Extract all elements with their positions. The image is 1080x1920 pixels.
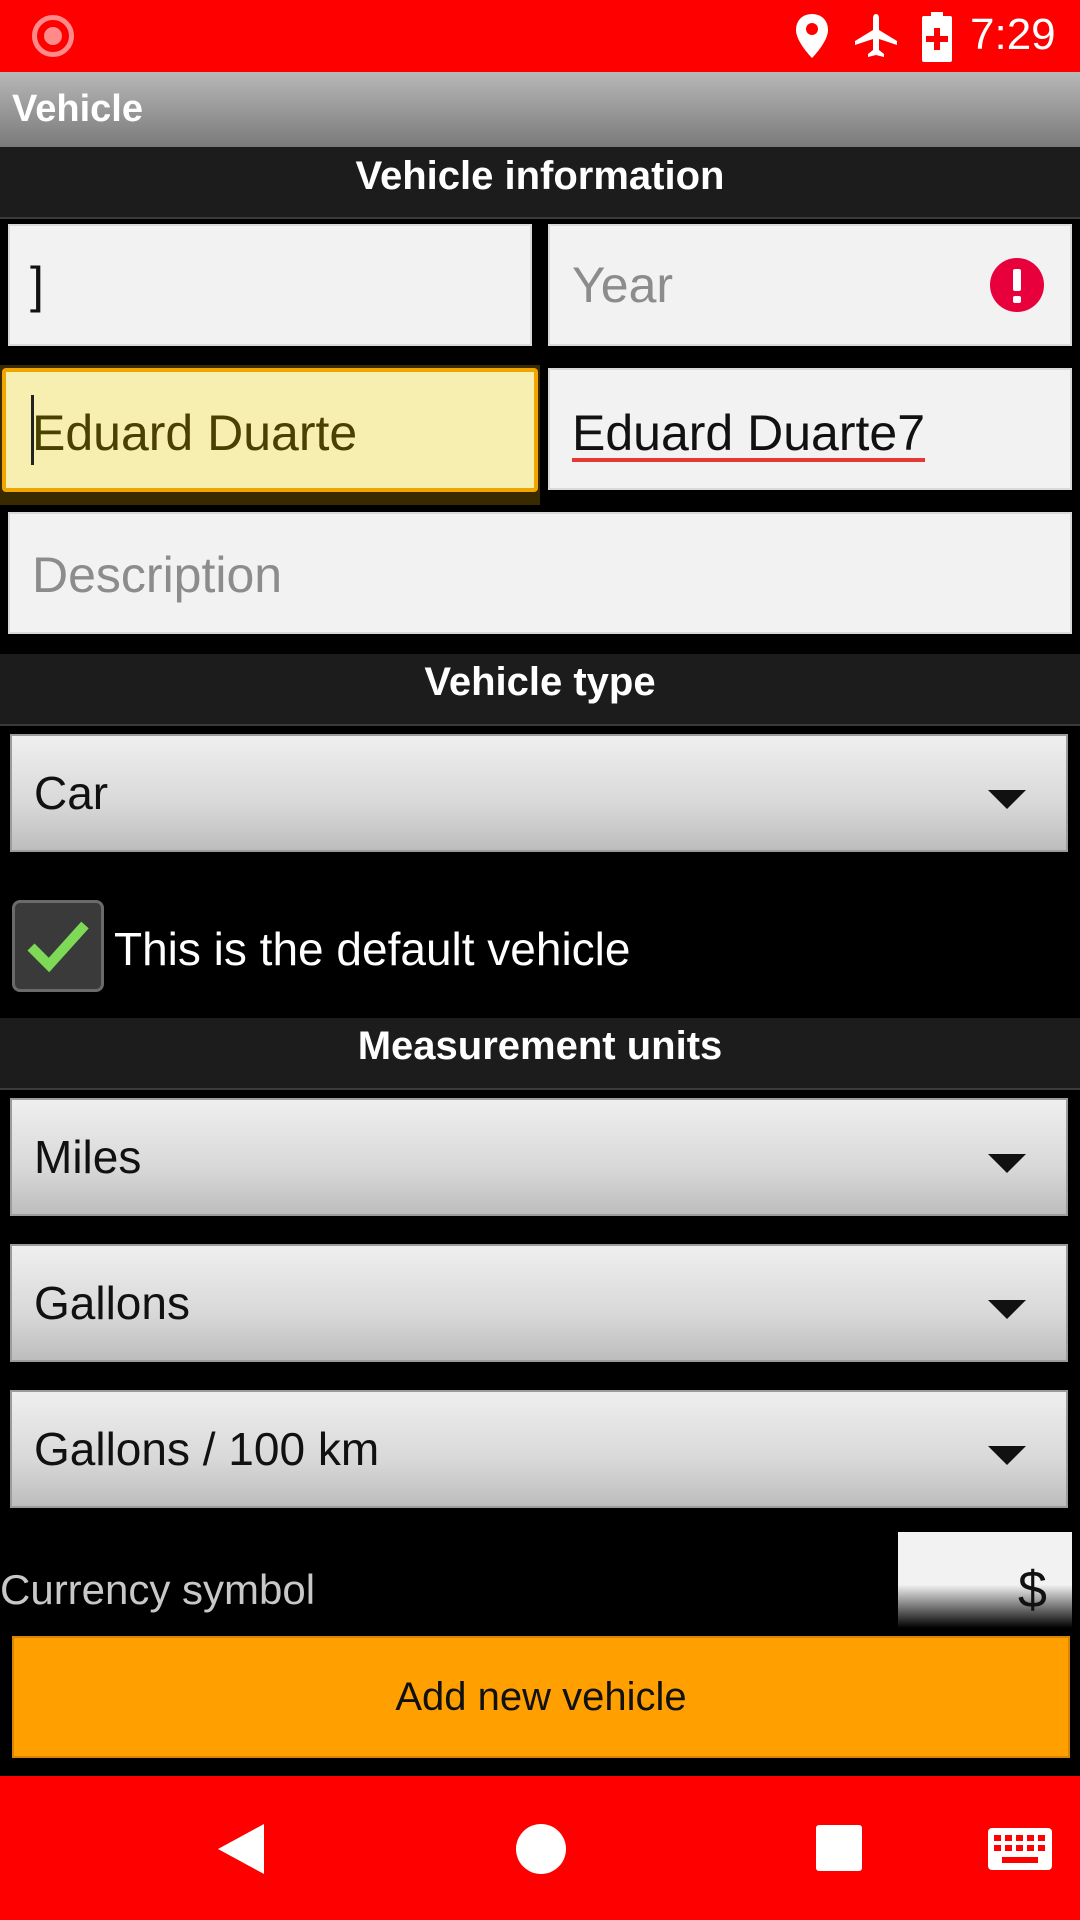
location-icon	[796, 14, 828, 58]
vehicle-type-value: Car	[34, 767, 109, 819]
clock: 7:29	[970, 10, 1056, 59]
default-vehicle-checkbox[interactable]	[12, 900, 104, 992]
vehicle-type-dropdown[interactable]: Car	[10, 734, 1068, 852]
keyboard-icon[interactable]	[988, 1828, 1052, 1870]
measurement-units-title: Measurement units	[357, 1024, 723, 1068]
currency-value: $	[1018, 1561, 1047, 1619]
distance-unit-dropdown[interactable]: Miles	[10, 1098, 1068, 1216]
vehicle-info-title: Vehicle information	[355, 154, 725, 198]
back-icon[interactable]	[214, 1822, 266, 1876]
dropdown-arrow-icon	[988, 1300, 1026, 1319]
vehicle-type-title: Vehicle type	[424, 660, 656, 704]
airplane-icon	[855, 14, 897, 57]
name-field[interactable]	[8, 224, 532, 346]
check-icon	[27, 921, 89, 973]
description-placeholder: Description	[32, 547, 283, 603]
distance-unit-value: Miles	[34, 1131, 142, 1183]
default-vehicle-label: This is the default vehicle	[114, 923, 631, 975]
dropdown-arrow-icon	[988, 1154, 1026, 1173]
recents-icon[interactable]	[816, 1825, 862, 1871]
volume-unit-dropdown[interactable]: Gallons	[10, 1244, 1068, 1362]
battery-icon	[922, 12, 952, 62]
add-vehicle-button-label: Add new vehicle	[395, 1674, 687, 1719]
volume-unit-value: Gallons	[34, 1277, 190, 1329]
dropdown-arrow-icon	[988, 1446, 1026, 1465]
add-vehicle-button[interactable]: Add new vehicle	[12, 1636, 1070, 1758]
currency-label: Currency symbol	[0, 1566, 316, 1613]
make-field-value: Eduard Duarte	[32, 405, 358, 461]
app-title: Vehicle	[12, 88, 143, 130]
dropdown-arrow-icon	[988, 790, 1026, 809]
error-icon	[990, 258, 1044, 312]
name-field-value: ]	[30, 257, 44, 313]
record-icon	[32, 15, 74, 57]
model-field-value: Eduard Duarte7	[572, 405, 926, 461]
app-bar	[0, 72, 1080, 147]
status-bar	[0, 0, 1080, 72]
year-placeholder: Year	[572, 257, 674, 313]
consumption-unit-dropdown[interactable]: Gallons / 100 km	[10, 1390, 1068, 1508]
home-icon[interactable]	[516, 1824, 566, 1874]
consumption-unit-value: Gallons / 100 km	[34, 1423, 380, 1475]
